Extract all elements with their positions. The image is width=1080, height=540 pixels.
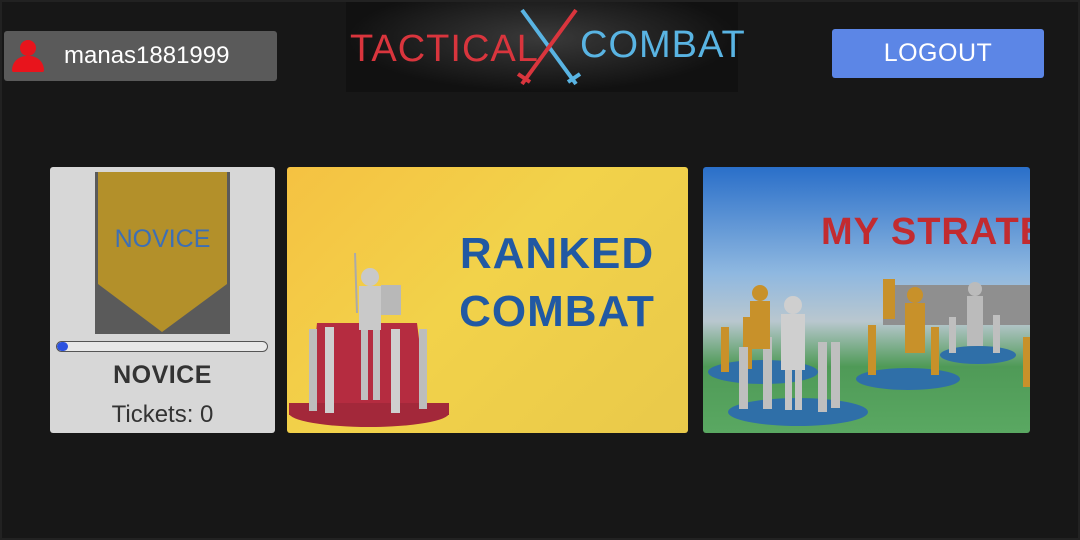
ranked-title-line1: RANKED xyxy=(459,229,655,278)
rank-card[interactable]: NOVICE NOVICE Tickets: 0 xyxy=(50,167,275,433)
user-profile-chip[interactable]: manas1881999 xyxy=(4,31,277,81)
rank-progress-fill xyxy=(57,342,68,351)
game-logo: TACTICAL COMBAT xyxy=(346,2,745,92)
logo-word-left: TACTICAL xyxy=(350,28,539,70)
knight-statue-icon xyxy=(289,253,449,427)
my-strategy-card[interactable]: MY STRATE xyxy=(703,167,1030,433)
username-label: manas1881999 xyxy=(64,42,230,69)
logout-button[interactable]: LOGOUT xyxy=(832,29,1044,78)
ranked-title-line2: COMBAT xyxy=(459,287,655,336)
rank-badge-label: NOVICE xyxy=(114,225,211,253)
tickets-count: Tickets: 0 xyxy=(111,401,214,428)
ranked-combat-card[interactable]: RANKED COMBAT xyxy=(287,167,688,433)
army-statues-icon xyxy=(708,279,1030,426)
rank-name: NOVICE xyxy=(113,361,212,389)
crossed-swords-icon xyxy=(516,8,582,86)
user-icon xyxy=(10,38,48,74)
strategy-title: MY STRATE xyxy=(821,211,1030,253)
rank-progress-bar xyxy=(56,341,268,352)
main-menu-screen: manas1881999 TACTICAL COMBAT LOGOUT NOVI… xyxy=(0,0,1080,540)
logo-word-right: COMBAT xyxy=(580,24,746,66)
